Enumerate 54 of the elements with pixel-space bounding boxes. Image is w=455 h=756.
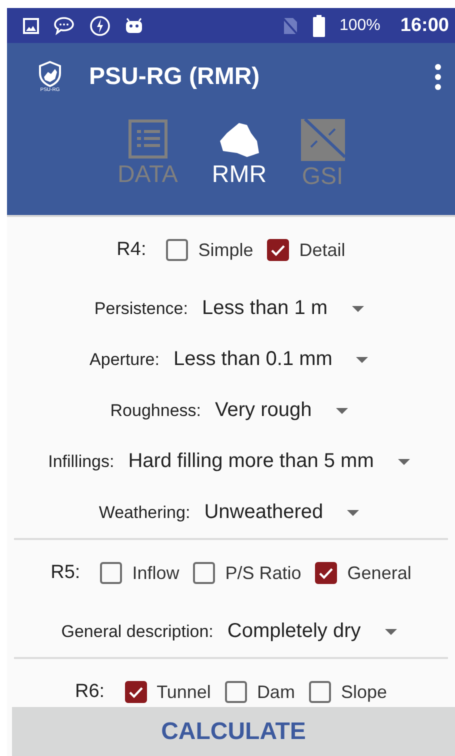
checkbox-option[interactable]: Inflow — [100, 562, 180, 584]
dropdown-arrow-icon — [347, 510, 360, 516]
checkmark-icon — [128, 686, 143, 698]
checkbox[interactable] — [267, 239, 290, 261]
battery-icon — [313, 14, 326, 36]
checkbox-option[interactable]: General — [315, 562, 412, 584]
field-label: General description: — [61, 622, 214, 642]
calculate-button[interactable]: CALCULATE — [12, 707, 455, 756]
list-icon — [128, 119, 168, 159]
no-sim-icon — [281, 16, 300, 36]
battery-percent: 100% — [339, 16, 380, 34]
more-menu-icon[interactable] — [435, 64, 441, 90]
dropdown-arrow-icon — [356, 356, 368, 362]
checkbox-option[interactable]: Tunnel — [124, 681, 211, 703]
chat-icon — [53, 16, 75, 36]
dropdown[interactable]: Very rough — [211, 399, 352, 422]
dropdown[interactable]: Completely dry — [223, 620, 401, 643]
checkbox[interactable] — [308, 681, 331, 703]
dropdown-arrow-icon — [398, 458, 410, 464]
image-icon — [23, 18, 39, 34]
dropdown[interactable]: Less than 1 m — [198, 297, 368, 320]
checkbox[interactable] — [166, 239, 188, 261]
checkbox[interactable] — [124, 681, 147, 703]
field-label: Weathering: — [98, 502, 190, 522]
dropdown-arrow-icon — [384, 628, 397, 634]
checkbox-option[interactable]: Dam — [224, 681, 295, 703]
dropdown-arrow-icon — [336, 408, 348, 414]
field-label: Roughness: — [110, 400, 201, 420]
field-label: Infillings: — [48, 452, 114, 472]
checkbox[interactable] — [315, 562, 338, 584]
checkbox-option[interactable]: Detail — [267, 239, 346, 261]
crossed-square-icon — [300, 119, 345, 161]
checkbox[interactable] — [193, 562, 216, 584]
field-label: Persistence: — [94, 298, 188, 318]
row-label: R6: — [74, 681, 105, 703]
checkbox[interactable] — [100, 562, 122, 584]
shield-logo-icon — [38, 61, 62, 87]
row-label: R4: — [116, 239, 146, 261]
field-label: Aperture: — [90, 350, 160, 370]
checkmark-icon — [271, 244, 286, 256]
tab[interactable]: RMR — [208, 119, 271, 191]
row-label: R5: — [50, 562, 80, 584]
app-title: PSU-RG (RMR) — [89, 63, 261, 91]
checkbox-option[interactable]: P/S Ratio — [193, 562, 302, 584]
dropdown[interactable]: Less than 0.1 mm — [169, 348, 372, 371]
android-icon — [125, 18, 143, 34]
dropdown[interactable]: Unweathered — [200, 501, 364, 524]
checkmark-icon — [319, 568, 334, 578]
checkbox-option[interactable]: Simple — [166, 239, 254, 261]
dropdown-arrow-icon — [352, 306, 364, 312]
clock: 16:00 — [400, 14, 449, 36]
checkbox-option[interactable]: Slope — [308, 681, 387, 703]
checkbox[interactable] — [224, 681, 247, 703]
dropdown[interactable]: Hard filling more than 5 mm — [124, 450, 414, 473]
